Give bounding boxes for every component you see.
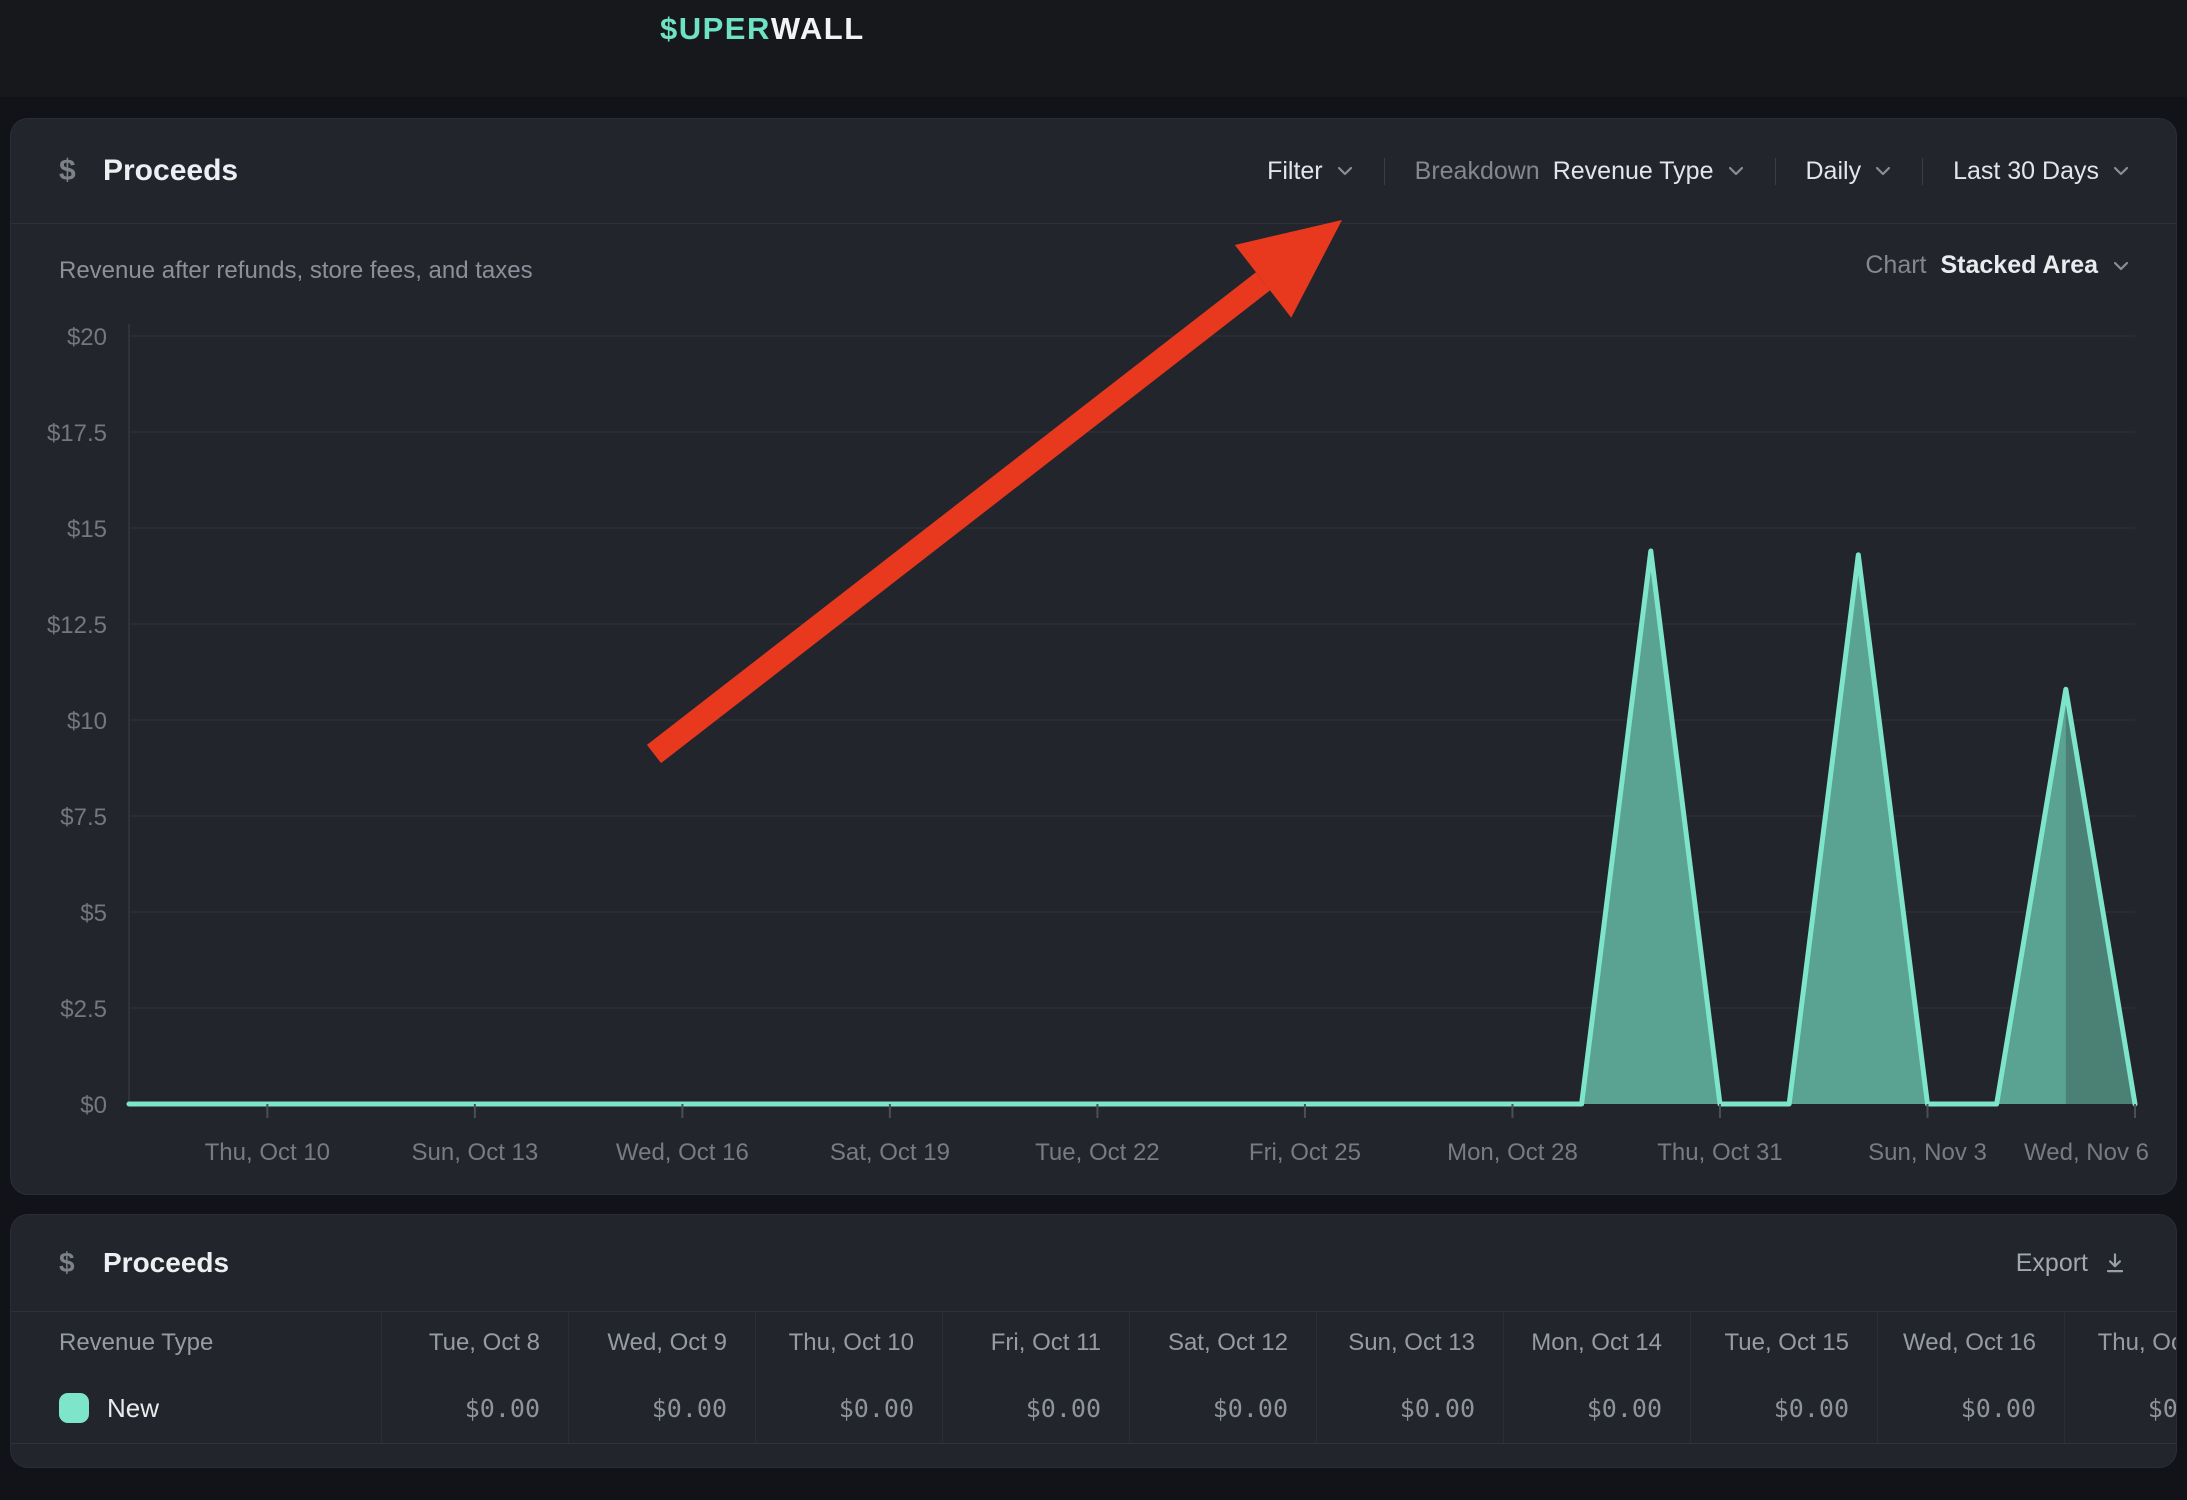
- svg-text:$2.5: $2.5: [60, 996, 107, 1023]
- column-header-date: Mon, Oct 14: [1503, 1312, 1690, 1373]
- table-value-cell: $0.00: [755, 1373, 942, 1443]
- app-logo-white: WALL: [771, 11, 865, 47]
- export-button[interactable]: Export: [2016, 1215, 2128, 1311]
- table-value-cell: $0.00: [2064, 1373, 2177, 1443]
- download-icon: [2102, 1250, 2128, 1276]
- table-card-title: Proceeds: [103, 1215, 229, 1311]
- table-row: New$0.00$0.00$0.00$0.00$0.00$0.00$0.00$0…: [11, 1373, 2177, 1443]
- svg-text:$20: $20: [67, 324, 107, 351]
- svg-text:Fri, Oct 25: Fri, Oct 25: [1249, 1139, 1361, 1166]
- svg-text:Thu, Oct 10: Thu, Oct 10: [205, 1139, 330, 1166]
- app-logo[interactable]: $UPERWALL: [660, 0, 865, 58]
- series-name: New: [107, 1393, 159, 1424]
- column-header-revenue-type: Revenue Type: [11, 1312, 381, 1373]
- column-header-date: Tue, Oct 8: [381, 1312, 568, 1373]
- proceeds-table-card: $ Proceeds Export Revenue TypeTue, Oct 8…: [10, 1214, 2177, 1468]
- topbar: $UPERWALL: [0, 0, 2187, 97]
- proceeds-chart-card: $ Proceeds Filter Breakdown Revenue Type…: [10, 118, 2177, 1195]
- table-card-header: $ Proceeds Export: [11, 1215, 2176, 1311]
- svg-text:Wed, Oct 16: Wed, Oct 16: [616, 1139, 749, 1166]
- svg-text:$10: $10: [67, 708, 107, 735]
- svg-text:Sun, Nov 3: Sun, Nov 3: [1868, 1139, 1987, 1166]
- svg-text:Thu, Oct 31: Thu, Oct 31: [1657, 1139, 1782, 1166]
- table-value-cell: $0.00: [942, 1373, 1129, 1443]
- table-value-cell: $0.00: [568, 1373, 755, 1443]
- svg-text:$7.5: $7.5: [60, 804, 107, 831]
- table-value-cell: $0.00: [1503, 1373, 1690, 1443]
- svg-text:Tue, Oct 22: Tue, Oct 22: [1035, 1139, 1160, 1166]
- column-header-date: Sat, Oct 12: [1129, 1312, 1316, 1373]
- column-header-date: Tue, Oct 15: [1690, 1312, 1877, 1373]
- table-header-row: Revenue TypeTue, Oct 8Wed, Oct 9Thu, Oct…: [11, 1311, 2177, 1373]
- dollar-icon: $: [59, 1215, 75, 1311]
- column-header-date: Wed, Oct 9: [568, 1312, 755, 1373]
- series-legend-cell[interactable]: New: [11, 1373, 381, 1443]
- svg-text:$17.5: $17.5: [47, 420, 107, 447]
- svg-text:$15: $15: [67, 516, 107, 543]
- svg-text:$12.5: $12.5: [47, 612, 107, 639]
- column-header-date: Wed, Oct 16: [1877, 1312, 2064, 1373]
- column-header-date: Thu, Oct 10: [755, 1312, 942, 1373]
- table-value-cell: $0.00: [381, 1373, 568, 1443]
- column-header-date: Sun, Oct 13: [1316, 1312, 1503, 1373]
- table-value-cell: $0.00: [1690, 1373, 1877, 1443]
- app-logo-teal: $UPER: [660, 11, 771, 47]
- column-header-date: Thu, Oct 17: [2064, 1312, 2177, 1373]
- proceeds-stacked-area-chart[interactable]: Thu, Oct 10 Sun, Oct 13 Wed, Oct 16 Sat, Oc…: [11, 119, 2176, 1194]
- table-value-cell: $0.00: [1877, 1373, 2064, 1443]
- svg-text:Mon, Oct 28: Mon, Oct 28: [1447, 1139, 1578, 1166]
- table-value-cell: $0.00: [1129, 1373, 1316, 1443]
- column-header-date: Fri, Oct 11: [942, 1312, 1129, 1373]
- svg-text:Sat, Oct 19: Sat, Oct 19: [830, 1139, 950, 1166]
- svg-text:$5: $5: [80, 900, 107, 927]
- svg-text:$0: $0: [80, 1092, 107, 1119]
- table-value-cell: $0.00: [1316, 1373, 1503, 1443]
- export-label: Export: [2016, 1249, 2088, 1278]
- series-swatch: [59, 1393, 89, 1423]
- table-bottom-divider: [11, 1443, 2177, 1444]
- svg-text:Wed, Nov 6: Wed, Nov 6: [2024, 1139, 2149, 1166]
- svg-text:Sun, Oct 13: Sun, Oct 13: [411, 1139, 538, 1166]
- dashboard-page: $UPERWALL $ Proceeds Filter Breakdown Re…: [0, 0, 2187, 1500]
